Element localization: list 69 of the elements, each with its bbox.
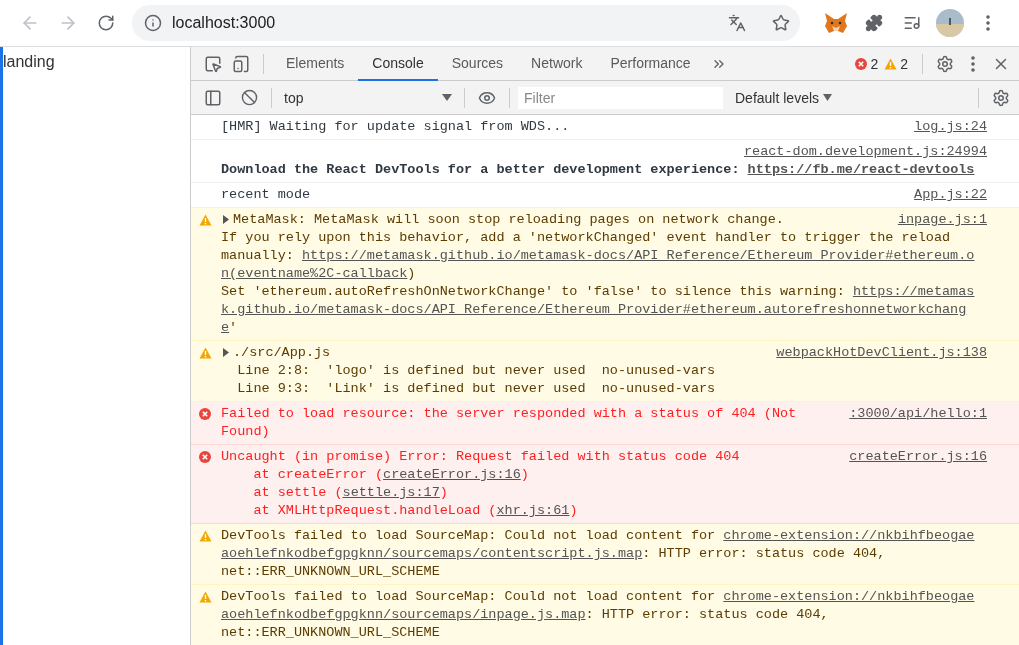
filter-field[interactable]: Filter	[518, 86, 723, 109]
translate-icon[interactable]	[728, 14, 746, 32]
link[interactable]: xhr.js:61	[496, 503, 570, 518]
message-text: DevTools failed to load SourceMap: Could not load content for chrome-extension://nkbihfbeogae aoehlefnkodbefgpgknn/sourcemaps/inpage.js.map: HTTP error: status code 404, net::ERR_UNKNOWN_URL_SCHEME	[221, 588, 975, 642]
warning-icon	[884, 57, 898, 70]
info-icon[interactable]	[144, 14, 162, 32]
link[interactable]: aoehlefnkodbefgpgknn/sourcemaps/contentscript.js.map	[221, 546, 643, 561]
source-link[interactable]: inpage.js:1	[897, 211, 987, 229]
caret-icon	[823, 94, 833, 101]
expand-caret-icon[interactable]	[223, 348, 230, 357]
star-icon[interactable]	[772, 14, 790, 32]
page-text: landing	[3, 53, 55, 71]
source-link[interactable]: App.js:22	[914, 186, 987, 204]
source-link[interactable]: webpackHotDevClient.js:138	[776, 344, 987, 362]
error-icon	[855, 57, 868, 70]
devtools-tab[interactable]: Sources	[437, 47, 518, 81]
warning-icon	[199, 214, 212, 226]
link[interactable]: k.github.io/metamask-docs/API_Reference/Ethereum_Provider#ethereum.autorefreshonnetworkchang	[221, 302, 967, 317]
expand-caret-icon[interactable]	[223, 215, 230, 224]
address-text: localhost:3000	[172, 14, 277, 32]
link[interactable]: n(eventname%2C-callback	[221, 266, 408, 281]
link[interactable]: aoehlefnkodbefgpgknn/sourcemaps/inpage.js.map	[221, 607, 586, 622]
message-text: DevTools failed to load SourceMap: Could not load content for chrome-extension://nkbihfbeogae aoehlefnkodbefgpgknn/sourcemaps/contentscript.js.map: HTTP error: status code 404, net::ERR_UNKNOWN_URL_SCHEME	[221, 527, 975, 581]
settings-icon	[992, 88, 1010, 107]
playlist-icon	[903, 14, 921, 32]
cursor-icon	[204, 54, 222, 73]
caret-icon	[442, 94, 452, 101]
link[interactable]: https://metamas	[852, 284, 975, 299]
reload-icon	[97, 14, 115, 32]
link[interactable]: https://metamask.github.io/metamask-docs/API_Reference/Ethereum_Provider#ethereum.o	[302, 248, 975, 263]
menu-icon	[986, 15, 990, 31]
devtools-tab[interactable]: Elements	[272, 47, 359, 81]
devtools-tab[interactable]: Performance	[596, 47, 705, 81]
link[interactable]: https://fb.me/react-devtools	[747, 162, 975, 177]
warning-icon	[199, 347, 212, 359]
warning-icon	[199, 530, 212, 542]
warning-icon	[199, 591, 212, 603]
link[interactable]: createError.js:16	[383, 467, 521, 482]
error-icon	[199, 451, 211, 463]
message-text: recent mode	[221, 186, 311, 204]
link[interactable]: chrome-extension://nkbihfbeogae	[723, 528, 975, 543]
message-text: MetaMask: MetaMask will soon stop reloading pages on network change.	[221, 211, 784, 229]
source-link[interactable]: :3000/api/hello:1	[849, 405, 987, 423]
warning-count: 2	[900, 55, 908, 72]
error-count: 2	[870, 55, 879, 72]
link[interactable]: chrome-extension://nkbihfbeogae	[723, 589, 975, 604]
context-select[interactable]: top	[280, 85, 456, 110]
levels-dropdown[interactable]: Default levels	[731, 89, 837, 106]
sidebar-icon	[204, 88, 222, 107]
message-text: Download the React DevTools for a better development experience: https://fb.me/react-devtools	[221, 161, 975, 179]
source-link[interactable]: log.js:24	[914, 118, 987, 136]
source-link[interactable]: createError.js:16	[849, 448, 987, 466]
devtools-tab[interactable]: Network	[517, 47, 597, 81]
message-detail: If you rely upon this behavior, add a 'networkChanged' event handler to trigger the reload manually: https://metamask.github.io/metamask-docs/API_Reference/Ethereum_Provider#ethereum.o n(eventname%2C-callback) Set 'ethereum.autoRefreshOnNetworkChange' to 'false' to silence this warning: https://metamas k.github.io/metamask-docs/API_Reference/Ethereum_Provider#ethereum.autorefreshonnetworkchang e'	[221, 229, 975, 337]
message-text: Uncaught (in promise) Error: Request failed with status code 404 at createError (createError.js:16) at settle (settle.js:17) at XMLHttpRequest.handleLoad (xhr.js:61)	[221, 448, 740, 520]
link[interactable]: settle.js:17	[342, 485, 440, 500]
error-icon	[199, 408, 211, 420]
device-icon	[232, 54, 250, 73]
message-text: ./src/App.js Line 2:8: 'logo' is defined but never used no-unused-vars Line 9:3: 'Link' is defined but never used no-unused-vars	[221, 344, 716, 398]
ban-icon	[240, 89, 258, 106]
message-text: Failed to load resource: the server responded with a status of 404 (Not Found)	[221, 405, 797, 441]
settings-icon	[936, 54, 954, 73]
fox-icon[interactable]	[824, 12, 848, 34]
link[interactable]: e	[221, 320, 230, 335]
address-bar[interactable]: localhost:3000	[132, 5, 800, 41]
puzzle-icon	[865, 14, 883, 32]
message-text: [HMR] Waiting for update signal from WDS...	[221, 118, 570, 136]
menu-icon	[971, 55, 975, 72]
source-link[interactable]: react-dom.development.js:24994	[743, 143, 987, 161]
